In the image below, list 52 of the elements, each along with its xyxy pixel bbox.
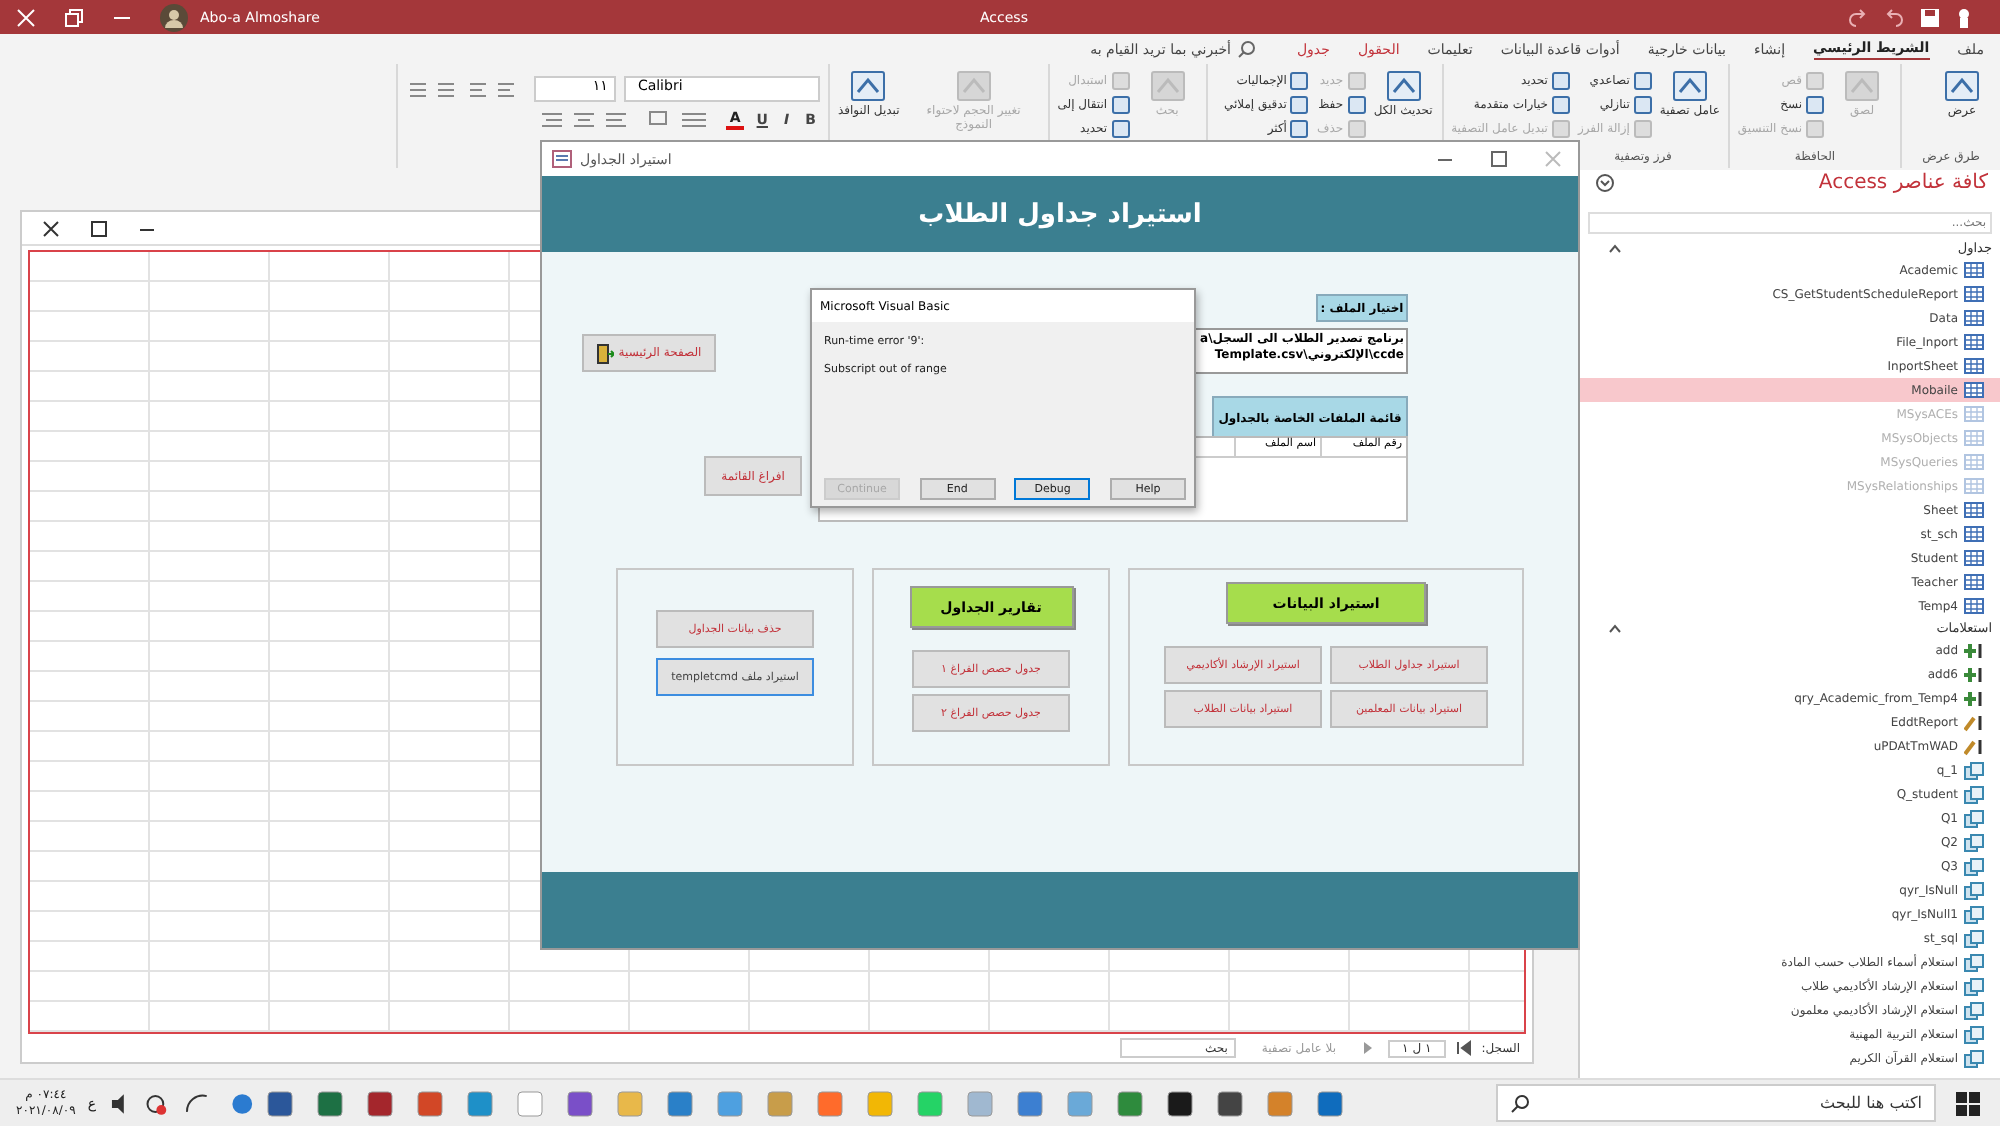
door-icon [596, 343, 615, 363]
command-icon [1383, 68, 1424, 104]
touch-mode-icon[interactable] [1956, 7, 1972, 27]
table-icon [1964, 382, 1984, 398]
app-icon[interactable] [1166, 1089, 1194, 1117]
first-record-icon[interactable] [1455, 1040, 1472, 1056]
command-icon [1147, 68, 1188, 104]
pane-title[interactable]: كافة عناصر Access [1818, 172, 1988, 194]
start-icon[interactable] [1956, 1091, 1980, 1115]
search-field[interactable]: اكتب هنا للبحث [1496, 1084, 1936, 1122]
app-icon[interactable] [366, 1089, 394, 1117]
avatar-icon[interactable] [160, 3, 188, 31]
form-heading: استيراد جداول الطلاب [918, 199, 1202, 229]
search-icon [1510, 1093, 1530, 1113]
command-icon [1669, 68, 1710, 104]
table-icon [1964, 286, 1984, 302]
table-icon [1964, 550, 1984, 566]
maximize-icon[interactable] [1490, 150, 1508, 168]
pencil-query-icon [1964, 737, 1984, 755]
table-icon [1964, 598, 1984, 614]
collapse-icon[interactable] [1608, 241, 1622, 255]
plus-query-icon [1964, 641, 1984, 659]
table-icon [1964, 358, 1984, 374]
plus-query-icon [1964, 665, 1984, 683]
collapse-icon[interactable] [1608, 621, 1622, 635]
pencil-query-icon [1964, 713, 1984, 731]
table-icon [1964, 262, 1984, 278]
command-icon [1842, 68, 1882, 104]
table-icon [1964, 310, 1984, 326]
table-icon [1964, 406, 1984, 422]
plus-query-icon [1964, 689, 1984, 707]
maximize-icon[interactable] [90, 219, 108, 237]
table-icon [1964, 526, 1984, 542]
table-icon [1964, 454, 1984, 470]
table-icon [1964, 430, 1984, 446]
redo-icon[interactable] [1848, 7, 1868, 27]
chevron-icon[interactable] [1596, 174, 1614, 192]
table-icon [1964, 502, 1984, 518]
command-icon [953, 68, 994, 104]
command-icon [1942, 68, 1982, 104]
table-icon [1964, 478, 1984, 494]
restore-icon[interactable] [64, 7, 84, 27]
search-icon [1238, 40, 1257, 58]
app-icon[interactable] [1216, 1089, 1244, 1117]
save-icon[interactable] [1920, 7, 1940, 27]
undo-icon[interactable] [1884, 7, 1904, 27]
table-icon [1964, 574, 1984, 590]
command-icon [848, 68, 889, 104]
form-icon [552, 150, 572, 168]
app-icon[interactable] [266, 1089, 294, 1117]
close-icon[interactable] [42, 219, 60, 237]
table-icon [1964, 334, 1984, 350]
